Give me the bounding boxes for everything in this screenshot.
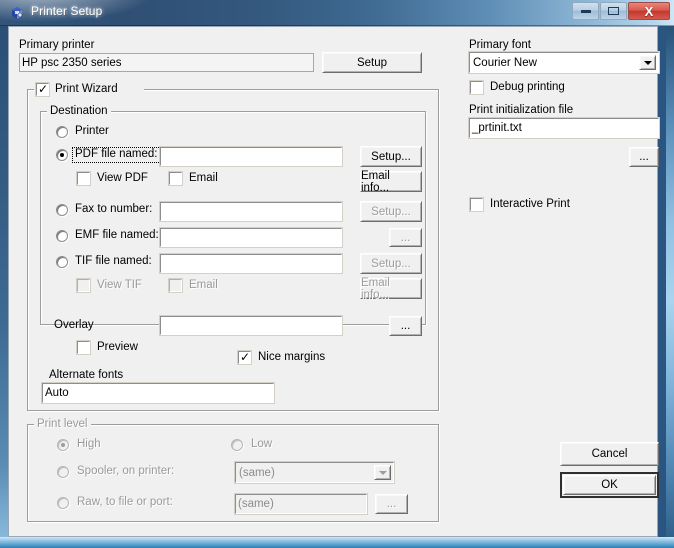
print-wizard-label: Print Wizard [55,83,122,95]
radio-dot-icon [61,443,65,447]
email-pdf-checkbox[interactable] [168,171,183,186]
destination-label-fax: Fax to number: [75,203,153,215]
print-level-spooler-value: (same) [239,466,275,479]
pdf-setup-button[interactable]: Setup... [360,146,422,167]
print-level-label-high: High [77,438,101,450]
print-level-label-spooler: Spooler, on printer: [77,465,175,477]
printer-setup-window: Printer Setup X Primary printer HP psc 2… [0,0,674,548]
maximize-icon [601,3,626,19]
overlay-input[interactable] [159,315,343,336]
tif-setup-button: Setup... [360,253,422,274]
window-edge-left [0,0,8,548]
email-tif-label: Email [189,279,218,291]
title-bar[interactable]: Printer Setup X [0,0,674,26]
overlay-label: Overlay [54,319,94,331]
nice-margins-checkbox[interactable]: ✓ [237,350,252,365]
window-edge-right [666,0,674,548]
destination-radio-tif[interactable] [56,256,68,268]
cancel-button[interactable]: Cancel [560,442,659,466]
emf-file-path-input[interactable] [159,227,343,248]
pdf-email-info-button[interactable]: Email info... [360,170,422,194]
print-level-label-raw: Raw, to file or port: [77,496,173,508]
window-title: Printer Setup [31,4,103,18]
print-level-group-title: Print level [34,418,91,430]
nice-margins-label: Nice margins [258,351,326,363]
debug-printing-label: Debug printing [490,81,565,93]
close-icon: X [644,3,654,19]
radio-dot-icon [60,153,64,157]
tif-file-path-input[interactable] [159,253,343,274]
print-level-radio-high [57,439,69,451]
preview-checkbox[interactable] [76,340,91,355]
emf-browse-button: ... [389,228,422,247]
destination-group-title: Destination [47,105,111,117]
view-pdf-checkbox[interactable] [76,171,91,186]
print-init-file-field[interactable]: _prtinit.txt [468,117,660,139]
ok-button-label: OK [601,479,618,491]
ok-button[interactable]: OK [560,472,659,498]
email-pdf-label: Email [189,172,218,184]
maximize-button[interactable] [600,2,627,20]
printer-setup-icon [9,5,25,21]
fax-number-input[interactable] [159,201,343,222]
view-tif-checkbox [76,278,91,293]
destination-label-tif: TIF file named: [75,255,152,267]
print-level-radio-low [231,439,243,451]
primary-font-combobox[interactable]: Courier New [468,51,660,74]
destination-radio-printer[interactable] [56,126,68,138]
print-init-file-label: Print initialization file [469,104,574,116]
close-button[interactable]: X [628,2,670,20]
primary-printer-label: Primary printer [19,39,95,51]
dialog-client-area: Primary printer HP psc 2350 series Setup… [8,26,660,537]
email-tif-checkbox [168,278,183,293]
interactive-print-label: Interactive Print [490,198,570,210]
preview-label: Preview [97,341,138,353]
print-wizard-checkbox[interactable]: ✓ [35,82,50,97]
check-icon: ✓ [38,82,49,96]
primary-font-value: Courier New [473,56,537,69]
destination-radio-fax[interactable] [56,204,68,216]
tif-email-info-button: Email info... [360,277,422,301]
print-level-radio-raw [57,497,69,509]
print-level-raw-input: (same) [234,493,368,515]
print-level-raw-browse-button: ... [375,494,408,514]
print-level-spooler-combobox: (same) [234,461,395,484]
interactive-print-checkbox[interactable] [469,197,484,212]
pdf-file-path-input[interactable] [159,146,343,167]
view-tif-label: View TIF [97,279,142,291]
chevron-down-icon[interactable] [639,55,656,70]
destination-label-emf: EMF file named: [75,229,159,241]
overlay-browse-button[interactable]: ... [389,316,422,336]
destination-label-pdf: PDF file named: [75,148,158,160]
minimize-icon [573,3,598,19]
chevron-down-icon [374,465,391,480]
print-level-label-low: Low [251,438,273,450]
view-pdf-label: View PDF [97,172,148,184]
primary-printer-field[interactable]: HP psc 2350 series [19,53,314,72]
window-edge-bottom [0,537,674,548]
check-icon: ✓ [240,350,251,364]
print-level-radio-spooler [57,466,69,478]
fax-setup-button: Setup... [360,201,422,222]
print-init-file-browse-button[interactable]: ... [629,147,659,167]
debug-printing-checkbox[interactable] [469,80,484,95]
primary-printer-setup-button[interactable]: Setup [322,52,422,73]
primary-font-label: Primary font [469,39,531,51]
destination-label-printer: Printer [75,125,109,137]
alternate-fonts-input[interactable]: Auto [41,382,275,404]
minimize-button[interactable] [572,2,599,20]
destination-radio-pdf[interactable] [56,149,68,161]
alternate-fonts-label: Alternate fonts [49,369,124,381]
destination-radio-emf[interactable] [56,230,68,242]
